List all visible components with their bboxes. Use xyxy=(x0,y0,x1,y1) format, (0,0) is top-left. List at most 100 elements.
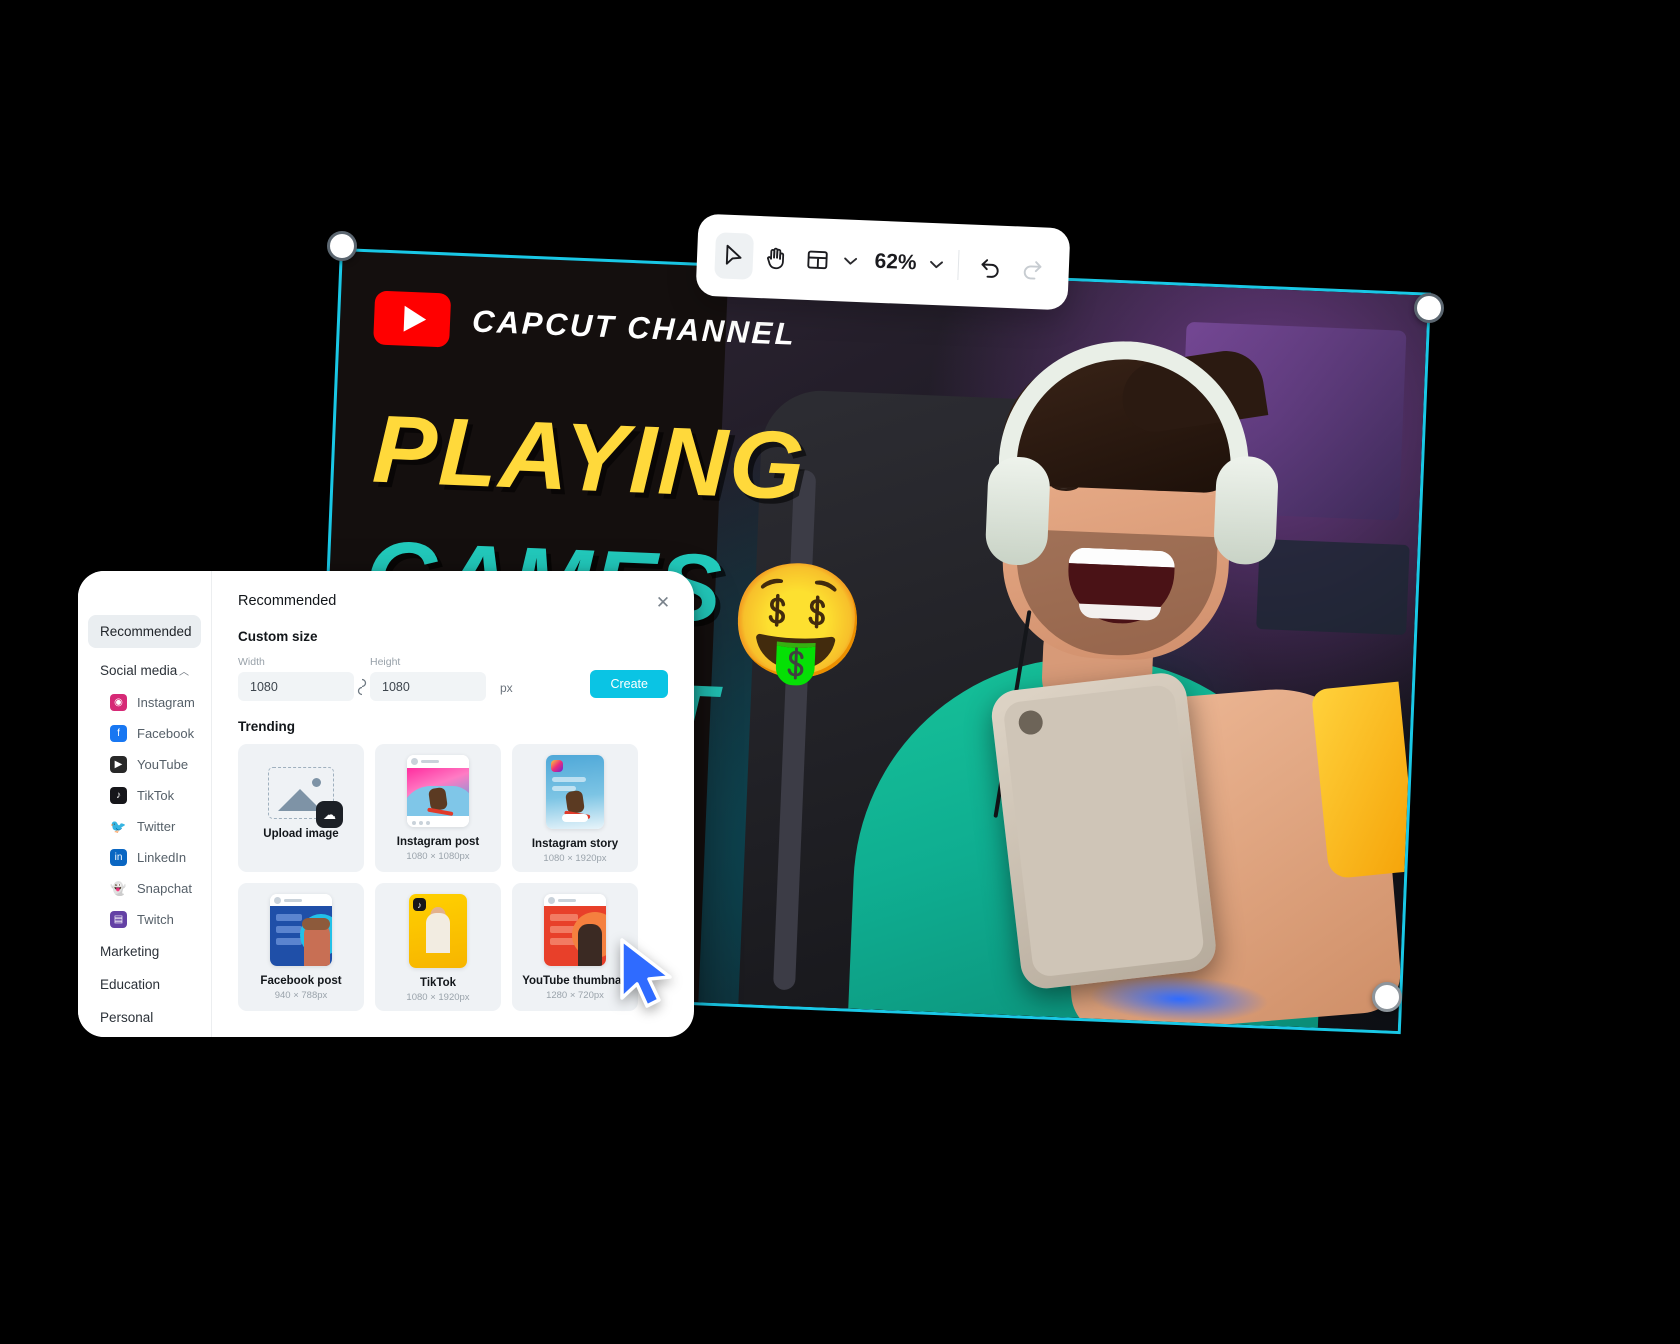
image-sun-icon xyxy=(312,778,321,787)
sidebar-categories: Marketing Education Personal xyxy=(78,935,211,1034)
custom-size-row: Width Height px Create xyxy=(238,656,668,701)
headphone-ear-cup-right xyxy=(1212,455,1280,566)
sidebar-group-label: Social media xyxy=(100,663,178,678)
twitch-icon: ▤ xyxy=(110,911,127,928)
chevron-down-icon xyxy=(844,257,858,265)
led-glow xyxy=(1088,972,1270,1026)
trending-card[interactable]: ☁ Upload image xyxy=(238,744,364,872)
cursor-arrow-icon xyxy=(725,244,742,265)
resize-handle-top-left[interactable] xyxy=(327,231,357,261)
drink-bottle xyxy=(1310,681,1418,880)
width-label: Width xyxy=(238,656,265,668)
sidebar-category-education[interactable]: Education xyxy=(88,968,201,1001)
layout-tool-button[interactable] xyxy=(798,236,838,283)
sidebar-item-recommended[interactable]: Recommended xyxy=(88,615,201,648)
canvas-toolbar: 62% xyxy=(695,213,1071,311)
tiktok-icon: ♪ xyxy=(110,787,127,804)
sidebar-item-tiktok[interactable]: ♪ TikTok xyxy=(88,780,201,811)
sidebar-item-instagram[interactable]: ◉ Instagram xyxy=(88,687,201,718)
preview-footer xyxy=(407,816,469,827)
sidebar-item-facebook[interactable]: f Facebook xyxy=(88,718,201,749)
resize-handle-bottom-right[interactable] xyxy=(1372,982,1402,1012)
card-size: 1080 × 1920px xyxy=(543,853,607,864)
facebook-icon: f xyxy=(110,725,127,742)
instagram-icon xyxy=(551,760,563,772)
layout-grid-icon xyxy=(807,250,829,269)
card-size: 1080 × 1920px xyxy=(406,992,470,1003)
card-size: 940 × 788px xyxy=(274,990,328,1001)
sidebar-item-twitter[interactable]: 🐦 Twitter xyxy=(88,811,201,842)
zoom-dropdown-caret[interactable] xyxy=(926,242,948,287)
smartphone xyxy=(989,670,1219,992)
trending-card[interactable]: ♪ TikTok 1080 × 1920px xyxy=(375,883,501,1011)
sidebar-category-label: Personal xyxy=(100,1010,154,1025)
headphone-ear-cup-left xyxy=(984,455,1051,567)
card-title: TikTok xyxy=(420,977,456,989)
width-field-group: Width xyxy=(238,656,354,701)
channel-name: CAPCUT CHANNEL xyxy=(471,303,797,352)
unit-label: px xyxy=(500,681,513,695)
sidebar-item-snapchat[interactable]: 👻 Snapchat xyxy=(88,873,201,904)
youtube-play-icon xyxy=(373,290,452,348)
sidebar-item-label: Snapchat xyxy=(137,881,192,896)
twitter-icon: 🐦 xyxy=(110,819,127,834)
sidebar-item-label: TikTok xyxy=(137,788,175,803)
sidebar-group-social-media[interactable]: Social media ︿ xyxy=(88,654,201,687)
tiktok-icon: ♪ xyxy=(413,898,426,911)
resize-handle-top-right[interactable] xyxy=(1414,293,1444,323)
money-face-emoji: 🤑 xyxy=(725,556,871,687)
youtube-icon: ▶ xyxy=(110,756,127,773)
trending-card[interactable]: Instagram post 1080 × 1080px xyxy=(375,744,501,872)
create-button[interactable]: Create xyxy=(590,670,668,698)
linkedin-icon: in xyxy=(110,849,127,866)
zoom-level-label: 62% xyxy=(874,249,918,275)
close-icon[interactable]: ✕ xyxy=(652,591,674,613)
preview-header xyxy=(407,755,469,768)
sidebar-item-label: YouTube xyxy=(137,757,189,772)
card-size: 1080 × 1080px xyxy=(406,851,470,862)
sidebar-category-label: Marketing xyxy=(100,944,160,959)
width-input[interactable] xyxy=(238,672,354,701)
sidebar-category-marketing[interactable]: Marketing xyxy=(88,935,201,968)
card-title: Facebook post xyxy=(260,975,342,987)
sidebar-item-label: Twitter xyxy=(137,819,176,834)
sidebar-item-label: Twitch xyxy=(137,912,174,927)
sidebar-category-label: Education xyxy=(100,977,161,992)
dialog-sidebar: Recommended Social media ︿ ◉ Instagram f Fa… xyxy=(78,571,212,1037)
chevron-down-icon xyxy=(930,260,943,269)
screenshot-root: CAPCUT CHANNEL PLAYING GAMES CUT 🤑 xyxy=(0,0,1680,1344)
sidebar-item-label: LinkedIn xyxy=(137,850,187,865)
facebook-post-preview xyxy=(270,894,332,966)
sidebar-item-label: Facebook xyxy=(137,726,195,741)
toolbar-divider xyxy=(957,250,960,281)
sidebar-category-personal[interactable]: Personal xyxy=(88,1001,201,1034)
layout-dropdown-caret[interactable] xyxy=(840,238,862,283)
redo-button[interactable] xyxy=(1012,244,1052,291)
headline-line-1: PLAYING xyxy=(370,395,809,521)
card-title: Instagram post xyxy=(396,836,480,848)
sidebar-item-youtube[interactable]: ▶ YouTube xyxy=(88,749,201,780)
sidebar-item-twitch[interactable]: ▤ Twitch xyxy=(88,904,201,935)
trending-card[interactable]: Instagram story 1080 × 1920px xyxy=(512,744,638,872)
instagram-post-preview xyxy=(407,755,469,827)
hand-tool-button[interactable] xyxy=(756,234,796,281)
sidebar-item-label: Instagram xyxy=(137,695,195,710)
preview-image xyxy=(407,768,469,816)
undo-button[interactable] xyxy=(970,243,1010,290)
trending-cards-grid: ☁ Upload image Instagram post 1080 × 1080px… xyxy=(238,744,668,1011)
card-title: Upload image xyxy=(263,828,339,840)
instagram-story-preview xyxy=(546,755,604,829)
height-input[interactable] xyxy=(370,672,486,701)
select-tool-button[interactable] xyxy=(714,232,754,280)
link-lock-icon[interactable] xyxy=(355,676,369,698)
upload-placeholder-box: ☁ xyxy=(268,767,343,828)
card-title: YouTube thumbnail xyxy=(522,975,628,987)
card-title: Instagram story xyxy=(531,838,619,850)
trending-label: Trending xyxy=(238,719,295,734)
dialog-title: Recommended xyxy=(238,593,337,609)
trending-card[interactable]: Facebook post 940 × 788px xyxy=(238,883,364,1011)
size-picker-dialog: Recommended Social media ︿ ◉ Instagram f Fa… xyxy=(78,571,694,1037)
sidebar-item-linkedin[interactable]: in LinkedIn xyxy=(88,842,201,873)
chevron-up-icon: ︿ xyxy=(179,667,189,678)
sidebar-social-items: ◉ Instagram f Facebook ▶ YouTube ♪ TikTok 🐦 Twitt… xyxy=(78,687,211,935)
